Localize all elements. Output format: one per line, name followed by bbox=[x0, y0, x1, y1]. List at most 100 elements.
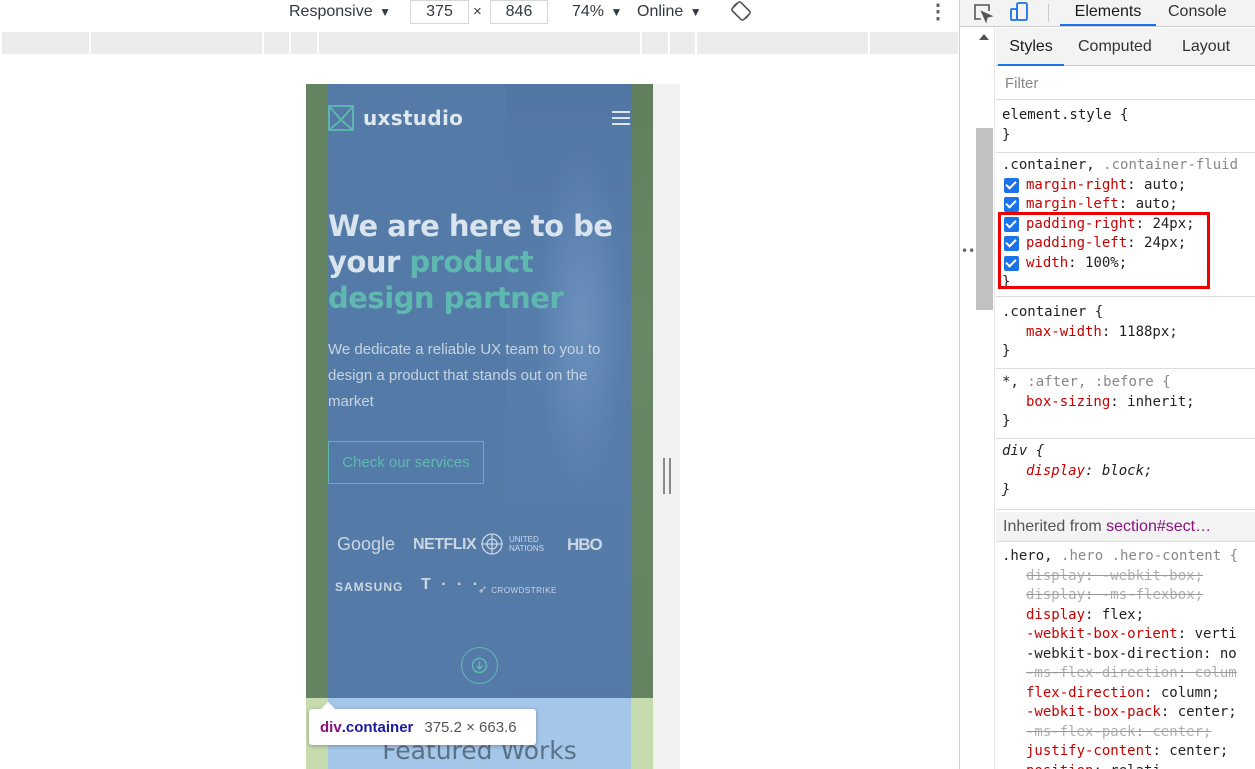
united-nations-logo: UNITED NATIONS bbox=[480, 532, 544, 556]
rule-selector[interactable]: .container, .container-fluid bbox=[996, 156, 1255, 176]
overlay-margin-right bbox=[631, 84, 653, 698]
rule-selector[interactable]: .container { bbox=[996, 303, 1255, 323]
ruler-divider bbox=[317, 32, 319, 54]
rule-close: } bbox=[1002, 482, 1011, 498]
site-logo[interactable]: uxstudio bbox=[328, 105, 463, 131]
ruler-divider bbox=[262, 32, 264, 54]
styles-filter-input[interactable]: Filter bbox=[996, 67, 1255, 100]
mobile-viewport: uxstudio We are here to be your product … bbox=[306, 84, 653, 769]
tab-computed[interactable]: Computed bbox=[1078, 28, 1152, 66]
crowdstrike-text: CROWDSTRIKE bbox=[491, 586, 557, 595]
hero-title: We are here to be your product design pa… bbox=[328, 208, 628, 316]
element-inspect-tooltip: div .container 375.2 × 663.6 bbox=[309, 702, 536, 745]
rule-element-style: element.style { } bbox=[996, 105, 1255, 153]
media-query-bar[interactable] bbox=[2, 32, 958, 54]
overlay-margin-left bbox=[306, 84, 328, 698]
decl-box-pack[interactable]: -webkit-box-pack: center; bbox=[996, 703, 1255, 723]
selector-dim: .container-fluid bbox=[1103, 157, 1239, 173]
crowdstrike-logo: ➶ CROWDSTRIKE bbox=[478, 584, 557, 596]
tab-elements[interactable]: Elements bbox=[1060, 0, 1156, 26]
times-label: × bbox=[473, 3, 482, 20]
checkbox-icon[interactable] bbox=[1004, 197, 1019, 212]
decl-box-direction[interactable]: -webkit-box-direction: no bbox=[996, 645, 1255, 665]
hero-subtitle: We dedicate a reliable UX team to you to… bbox=[328, 341, 601, 410]
ruler-divider bbox=[668, 32, 670, 54]
decl-display-flex[interactable]: display: flex; bbox=[996, 606, 1255, 626]
decl-box-orient[interactable]: -webkit-box-orient: verti bbox=[996, 625, 1255, 645]
height-input[interactable]: 846 bbox=[490, 0, 548, 24]
zoom-select[interactable]: 74% ▼ bbox=[572, 0, 622, 24]
decl-justify-content[interactable]: justify-content: center; bbox=[996, 742, 1255, 762]
ruler-divider bbox=[89, 32, 91, 54]
rule-div-useragent: div { display: block; } bbox=[996, 441, 1255, 510]
ruler-divider bbox=[289, 32, 291, 54]
decl-display-webkit-box[interactable]: display: -webkit-box; bbox=[996, 567, 1255, 587]
inherited-from-header: Inherited from section#sect… bbox=[996, 512, 1255, 542]
telekom-logo: T · · · bbox=[421, 576, 482, 593]
decl-margin-right[interactable]: margin-right: auto; bbox=[996, 176, 1255, 196]
checkbox-icon[interactable] bbox=[1004, 177, 1019, 193]
rule-selector[interactable]: element.style { bbox=[996, 106, 1255, 126]
ruler-divider bbox=[640, 32, 642, 54]
decl-ms-flex-direction[interactable]: -ms-flex-direction: colum bbox=[996, 664, 1255, 684]
ruler-divider bbox=[695, 32, 697, 54]
inherited-label: Inherited from bbox=[1003, 518, 1107, 535]
logo-text: uxstudio bbox=[363, 106, 464, 130]
network-select[interactable]: Online ▼ bbox=[637, 0, 702, 24]
inspect-element-icon[interactable] bbox=[972, 2, 994, 28]
rule-selector[interactable]: .hero, .hero .hero-content { bbox=[996, 547, 1255, 567]
width-input[interactable]: 375 bbox=[410, 0, 469, 24]
check-services-button[interactable]: Check our services bbox=[328, 441, 484, 484]
decl-box-sizing[interactable]: box-sizing: inherit; bbox=[996, 393, 1255, 413]
logo-icon bbox=[328, 105, 354, 131]
rotate-icon[interactable] bbox=[730, 0, 752, 24]
decl-max-width[interactable]: max-width: 1188px; bbox=[996, 323, 1255, 343]
inherited-source-link[interactable]: section#sect… bbox=[1106, 518, 1211, 535]
un-line-2: NATIONS bbox=[509, 544, 544, 553]
tooltip-size: 375.2 × 663.6 bbox=[424, 718, 517, 736]
selector-main: .hero, bbox=[1002, 548, 1062, 564]
resize-handle[interactable] bbox=[663, 458, 671, 494]
scroll-down-button[interactable] bbox=[461, 647, 498, 684]
un-emblem-icon bbox=[481, 533, 503, 555]
rule-selector[interactable]: *, :after, :before { bbox=[996, 373, 1255, 393]
selector-dim: :after, :before { bbox=[1027, 374, 1171, 390]
un-line-1: UNITED bbox=[509, 535, 539, 544]
decl-position[interactable]: position: relati bbox=[996, 762, 1255, 769]
decl-display-ms-flexbox[interactable]: display: -ms-flexbox; bbox=[996, 586, 1255, 606]
samsung-logo: SAMSUNG bbox=[335, 580, 404, 594]
selector-main: *, bbox=[1002, 374, 1028, 390]
tab-layout[interactable]: Layout bbox=[1182, 28, 1230, 66]
tab-styles[interactable]: Styles bbox=[998, 28, 1064, 66]
netflix-logo: NETFLIX bbox=[413, 536, 477, 553]
chevron-down-icon: ▼ bbox=[610, 5, 623, 19]
scroll-up-icon[interactable] bbox=[979, 34, 989, 40]
more-options-icon[interactable]: ⋮ bbox=[928, 0, 948, 24]
rule-container: .container { max-width: 1188px; } bbox=[996, 302, 1255, 369]
red-annotation-box bbox=[998, 212, 1210, 289]
decl-flex-direction[interactable]: flex-direction: column; bbox=[996, 684, 1255, 704]
device-select[interactable]: Responsive ▼ bbox=[289, 0, 391, 24]
network-label: Online bbox=[637, 3, 684, 20]
device-toolbar: Responsive ▼ 375 × 846 74% ▼ Online ▼ ⋮ bbox=[0, 0, 960, 27]
tooltip-arrow bbox=[321, 702, 335, 709]
scrollbar-thumb[interactable] bbox=[976, 128, 993, 310]
viewport-gutter bbox=[653, 84, 680, 769]
rule-close: } bbox=[1002, 413, 1011, 429]
selector-dim: .hero .hero-content { bbox=[1061, 548, 1239, 564]
tooltip-tag: div bbox=[320, 718, 342, 736]
menu-icon[interactable] bbox=[612, 111, 630, 125]
zoom-label: 74% bbox=[572, 3, 605, 20]
decl-ms-flex-pack[interactable]: -ms-flex-pack: center; bbox=[996, 723, 1255, 743]
drag-handle-icon[interactable]: •• bbox=[961, 244, 975, 258]
chevron-down-icon: ▼ bbox=[379, 5, 391, 19]
rule-close: } bbox=[1002, 126, 1011, 143]
tab-console[interactable]: Console bbox=[1168, 0, 1227, 26]
toolbar-separator bbox=[1048, 4, 1049, 22]
rule-universal: *, :after, :before { box-sizing: inherit… bbox=[996, 372, 1255, 439]
rule-selector[interactable]: div { bbox=[996, 442, 1255, 462]
device-select-label: Responsive bbox=[289, 3, 373, 20]
hbo-logo: HBO bbox=[567, 535, 603, 554]
device-toggle-icon[interactable] bbox=[1008, 1, 1030, 27]
selector-main: .container, bbox=[1002, 157, 1104, 173]
